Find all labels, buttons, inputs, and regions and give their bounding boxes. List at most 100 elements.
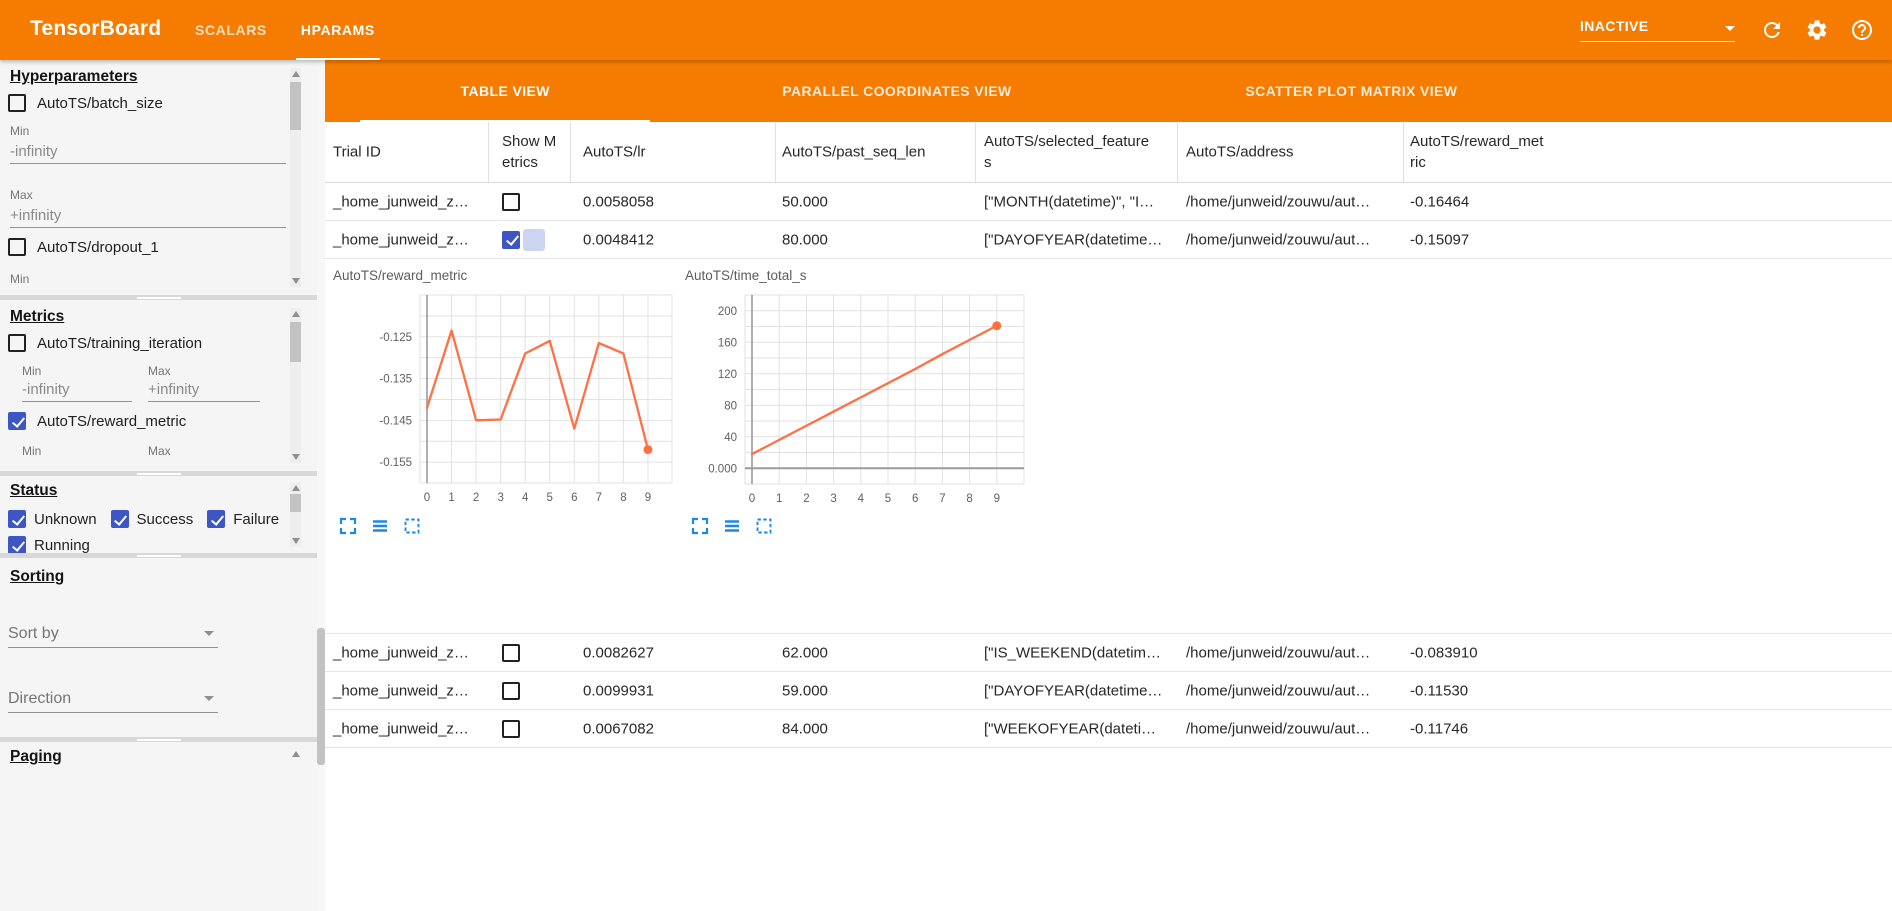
reward-metric-checkbox[interactable]	[8, 412, 26, 430]
svg-text:3: 3	[830, 493, 836, 505]
view-data-icon[interactable]	[371, 517, 389, 535]
main-scrollbar[interactable]	[317, 60, 325, 911]
table-bottom-rows: _home_junweid_z… 0.0082627 62.000 ["IS_W…	[325, 634, 1892, 748]
svg-text:2: 2	[473, 492, 479, 504]
chart-toolbar	[691, 517, 1035, 535]
dropdown-caret-icon	[1725, 26, 1735, 31]
section-status: Status Unknown Success Failure Running	[0, 476, 317, 553]
hparams-main-pane: TABLE VIEW PARALLEL COORDINATES VIEW SCA…	[325, 60, 1892, 911]
batch-size-max-input[interactable]	[10, 204, 286, 228]
show-metrics-checkbox[interactable]	[502, 193, 520, 211]
batch-size-checkbox[interactable]	[8, 94, 26, 112]
expand-chart-icon[interactable]	[691, 517, 709, 535]
svg-text:6: 6	[912, 493, 918, 505]
dropout-label: AutoTS/dropout_1	[37, 239, 159, 256]
status-success-checkbox[interactable]	[111, 510, 129, 528]
expand-chart-icon[interactable]	[339, 517, 357, 535]
view-data-icon[interactable]	[723, 517, 741, 535]
status-scrollbar[interactable]	[290, 482, 301, 547]
col-lr: AutoTS/lr	[583, 142, 646, 163]
svg-text:1: 1	[776, 493, 782, 505]
svg-text:7: 7	[596, 492, 602, 504]
tab-parallel-coordinates-view[interactable]: PARALLEL COORDINATES VIEW	[685, 60, 1108, 122]
address-cell: /home/junweid/zouwu/aut…	[1186, 231, 1370, 248]
max-label: Max	[10, 188, 33, 202]
max-label: Max	[148, 364, 171, 378]
scroll-up-icon[interactable]	[292, 311, 300, 317]
tab-scalars[interactable]: SCALARS	[178, 0, 284, 60]
scroll-down-icon[interactable]	[292, 538, 300, 544]
dropdown-caret-icon	[204, 631, 214, 636]
svg-text:200: 200	[718, 306, 737, 318]
address-cell: /home/junweid/zouwu/aut…	[1186, 644, 1370, 661]
training-iteration-max-input[interactable]	[148, 378, 260, 402]
tab-scatter-plot-matrix-view[interactable]: SCATTER PLOT MATRIX VIEW	[1108, 60, 1594, 122]
dropout-checkbox[interactable]	[8, 238, 26, 256]
reload-status-dropdown[interactable]: INACTIVE	[1580, 18, 1735, 42]
svg-text:-0.155: -0.155	[379, 457, 412, 469]
table-header: Trial ID Show Metrics AutoTS/lr AutoTS/p…	[325, 122, 1892, 183]
hyperparameters-scrollbar[interactable]	[290, 68, 301, 287]
tab-table-view[interactable]: TABLE VIEW	[325, 60, 685, 122]
status-success-label: Success	[137, 511, 194, 528]
svg-text:160: 160	[718, 337, 737, 349]
selected-features-cell: ["DAYOFYEAR(datetime…	[984, 231, 1162, 248]
metrics-scrollbar[interactable]	[290, 308, 301, 463]
reset-zoom-icon[interactable]	[755, 517, 773, 535]
tab-hparams[interactable]: HPARAMS	[284, 0, 392, 60]
hparam-row-batch-size: AutoTS/batch_size	[8, 94, 163, 112]
svg-text:9: 9	[645, 492, 651, 504]
metric-row-training-iteration: AutoTS/training_iteration	[8, 334, 202, 352]
col-show-metrics: Show Metrics	[502, 131, 564, 173]
svg-text:8: 8	[620, 492, 626, 504]
status-failure-label: Failure	[233, 511, 279, 528]
svg-text:4: 4	[858, 493, 865, 505]
reset-zoom-icon[interactable]	[403, 517, 421, 535]
reward-metric-plot[interactable]: -0.125-0.135-0.145-0.1550123456789	[333, 290, 687, 506]
svg-text:9: 9	[994, 493, 1000, 505]
show-metrics-checkbox[interactable]	[502, 644, 520, 662]
show-metrics-checkbox[interactable]	[502, 682, 520, 700]
reward-metric-cell: -0.083910	[1410, 644, 1478, 661]
sort-by-dropdown[interactable]: Sort by	[8, 620, 218, 648]
time-total-plot[interactable]: 0.00040801201602000123456789	[685, 290, 1035, 506]
dropdown-caret-icon	[204, 696, 214, 701]
scroll-down-icon[interactable]	[292, 454, 300, 460]
settings-gear-icon[interactable]	[1805, 18, 1829, 42]
reward-metric-cell: -0.16464	[1410, 193, 1469, 210]
help-icon[interactable]	[1850, 18, 1874, 42]
training-iteration-min-input[interactable]	[22, 378, 132, 402]
direction-dropdown[interactable]: Direction	[8, 685, 218, 713]
reward-metric-chart: AutoTS/reward_metric -0.125-0.135-0.145-…	[333, 268, 687, 535]
reward-metric-cell: -0.15097	[1410, 231, 1469, 248]
reward-metric-label: AutoTS/reward_metric	[37, 413, 186, 430]
status-failure-checkbox[interactable]	[207, 510, 225, 528]
show-metrics-checkbox[interactable]	[502, 231, 520, 249]
batch-size-min-input[interactable]	[10, 140, 286, 164]
time-total-chart: AutoTS/time_total_s 0.000408012016020001…	[685, 268, 1035, 535]
paging-scrollbar[interactable]	[290, 748, 301, 788]
section-hyperparameters: Hyperparameters AutoTS/batch_size Min Ma…	[0, 60, 317, 295]
scroll-up-icon[interactable]	[292, 71, 300, 77]
col-address: AutoTS/address	[1186, 142, 1294, 163]
reward-metric-cell: -0.11530	[1410, 682, 1468, 699]
training-iteration-checkbox[interactable]	[8, 334, 26, 352]
scroll-down-icon[interactable]	[292, 278, 300, 284]
table-row: _home_junweid_z… 0.0058058 50.000 ["MONT…	[325, 183, 1892, 221]
header-tabs: SCALARS HPARAMS	[178, 0, 392, 60]
status-running-checkbox[interactable]	[8, 536, 26, 553]
min-label: Min	[22, 364, 41, 378]
refresh-icon[interactable]	[1760, 18, 1784, 42]
svg-text:5: 5	[547, 492, 553, 504]
scroll-up-icon[interactable]	[292, 751, 300, 757]
selected-features-cell: ["WEEKOFYEAR(dateti…	[984, 720, 1156, 737]
status-unknown-checkbox[interactable]	[8, 510, 26, 528]
col-reward-metric: AutoTS/reward_metric	[1410, 131, 1546, 173]
trial-id-cell: _home_junweid_z…	[333, 644, 469, 661]
view-tabs: TABLE VIEW PARALLEL COORDINATES VIEW SCA…	[325, 60, 1892, 122]
selected-features-cell: ["DAYOFYEAR(datetime…	[984, 682, 1162, 699]
scroll-up-icon[interactable]	[292, 485, 300, 491]
show-metrics-checkbox[interactable]	[502, 720, 520, 738]
reload-status-value: INACTIVE	[1580, 18, 1649, 34]
svg-text:40: 40	[724, 432, 737, 444]
